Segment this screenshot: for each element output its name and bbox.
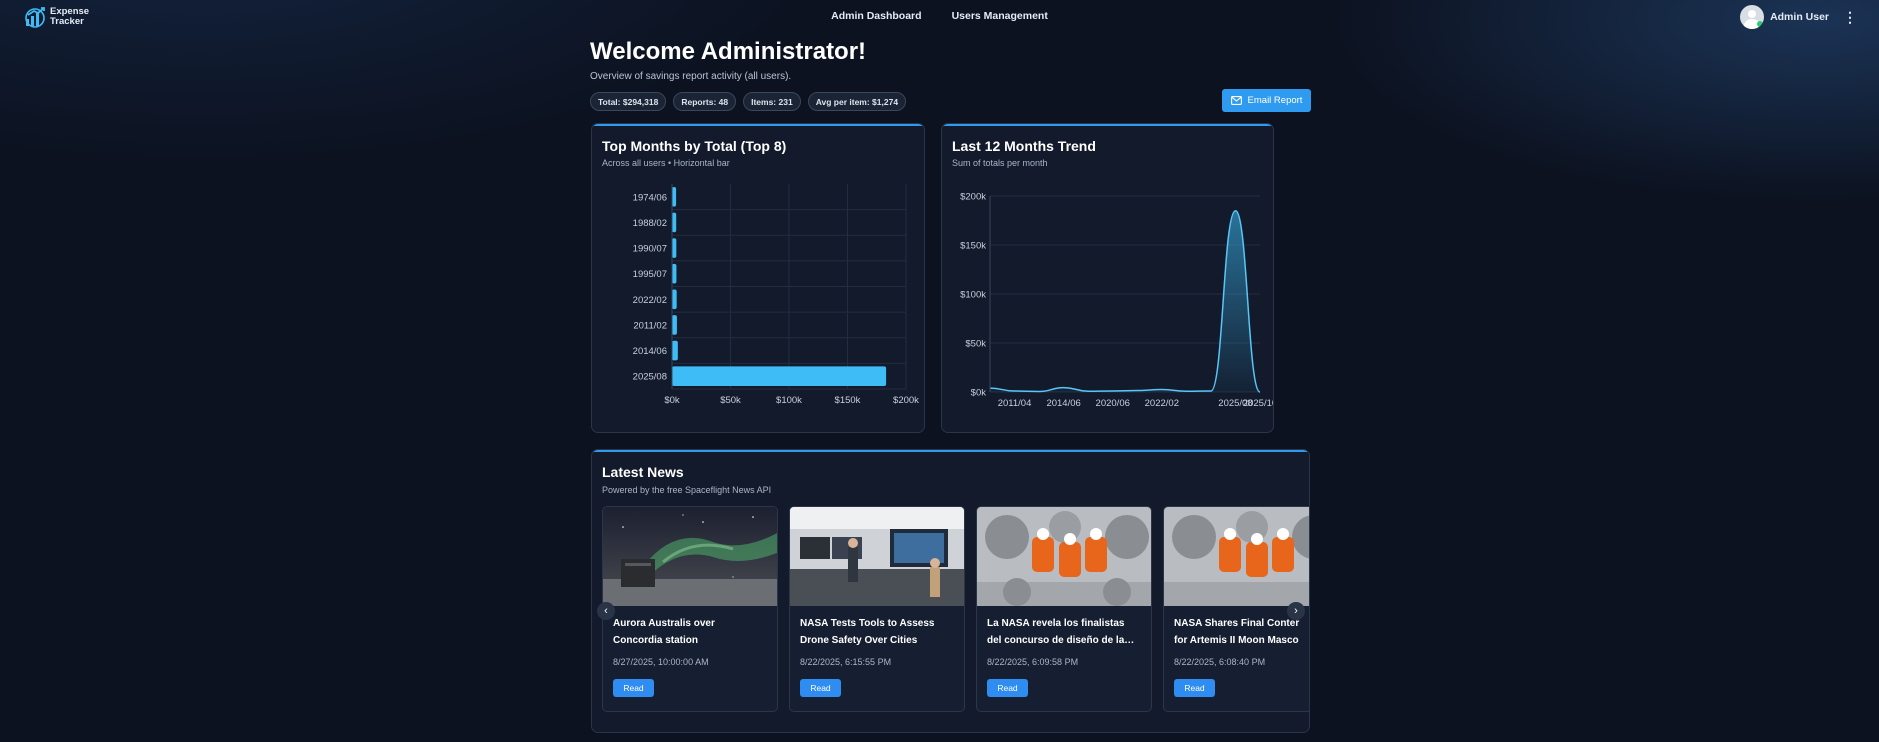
news-item-title[interactable]: NASA Tests Tools to Assess Drone Safety … [800,615,960,649]
trend-area [990,210,1260,392]
nav-users-management[interactable]: Users Management [952,10,1048,22]
x-tick-label: $50k [720,395,741,406]
news-item-title[interactable]: NASA Shares Final Conter for Artemis II … [1174,615,1309,649]
y-tick-label: 2011/02 [633,320,667,331]
news-item-title[interactable]: Aurora Australis over Concordia station [613,615,773,649]
trend-chart: $0k $50k $100k $150k $200k 2011/04 2014/06 2020… [960,192,1274,410]
read-button[interactable]: Read [987,679,1028,697]
news-image-drone-lab [790,507,964,606]
y-tick-label: $50k [965,339,986,350]
x-tick-label: $0k [664,395,680,406]
news-item[interactable]: Aurora Australis over Concordia station … [602,506,778,712]
bar [672,238,677,258]
x-tick-label: $200k [893,395,919,406]
carousel-next-button[interactable]: › [1287,602,1305,620]
top-months-subtitle: Across all users • Horizontal bar [602,158,730,168]
stat-pill-items: Items: 231 [743,92,801,111]
x-tick-label: 2020/06 [1096,398,1130,409]
stats-pills: Total: $294,318 Reports: 48 Items: 231 A… [590,92,907,111]
avatar[interactable] [1740,5,1765,29]
bar [672,212,677,233]
email-report-label: Email Report [1247,95,1303,106]
read-button[interactable]: Read [1174,679,1215,697]
bar [672,289,677,310]
news-item[interactable]: La NASA revela los finalistas del concur… [976,506,1152,712]
news-image-aurora [603,507,777,606]
news-card: Latest News Powered by the free Spacefli… [591,449,1310,733]
nav-admin-dashboard[interactable]: Admin Dashboard [831,10,921,22]
bar [672,315,677,335]
user-name[interactable]: Admin User [1770,11,1829,23]
stat-pill-reports: Reports: 48 [673,92,737,111]
x-tick-label: 2011/04 [998,398,1032,409]
carousel-prev-button[interactable]: ‹ [597,602,615,620]
y-tick-label: $150k [960,241,986,252]
page-title: Welcome Administrator! [590,38,867,65]
news-item[interactable]: NASA Tests Tools to Assess Drone Safety … [789,506,965,712]
y-tick-label: 1995/07 [633,269,667,280]
page-subtitle: Overview of savings report activity (all… [590,71,792,82]
top-months-chart: $0k $50k $100k $150k $200k 1974/06 1988/02 1990… [633,184,919,406]
stat-pill-avg: Avg per item: $1,274 [807,92,907,111]
read-button[interactable]: Read [800,679,841,697]
more-vert-icon[interactable]: ⋮ [1843,10,1857,24]
y-tick-label: 2014/06 [633,346,667,357]
news-item-date: 8/27/2025, 10:00:00 AM [613,657,709,667]
trend-card: Last 12 Months Trend Sum of totals per m… [941,123,1274,433]
mail-icon [1230,96,1242,105]
y-tick-label: 1990/07 [633,244,667,255]
y-tick-label: $200k [960,192,986,203]
news-image-mascot [977,507,1151,606]
user-menu[interactable]: Admin User ⋮ [1740,5,1857,29]
news-item-date: 8/22/2025, 6:08:40 PM [1174,657,1266,667]
email-report-button[interactable]: Email Report [1222,89,1311,112]
news-image-mascot-2 [1164,507,1309,606]
trend-subtitle: Sum of totals per month [952,158,1048,168]
news-carousel: Aurora Australis over Concordia station … [602,450,1309,732]
top-months-card: Top Months by Total (Top 8) Across all u… [591,123,925,433]
bar [672,340,678,361]
news-item-date: 8/22/2025, 6:15:55 PM [800,657,892,667]
top-nav: Admin Dashboard Users Management [0,10,1879,22]
x-tick-label: 2022/02 [1145,398,1179,409]
news-item-title[interactable]: La NASA revela los finalistas del concur… [987,615,1147,649]
online-status-dot [1757,21,1764,27]
bar [672,263,677,284]
trend-title: Last 12 Months Trend [952,138,1096,154]
bar [672,187,677,207]
top-months-title: Top Months by Total (Top 8) [602,138,787,154]
x-tick-label: $150k [835,395,861,406]
x-tick-label: 2025/10 [1243,398,1274,409]
y-tick-label: 2025/08 [633,372,667,383]
y-tick-label: 2022/02 [633,295,667,306]
x-tick-label: 2014/06 [1046,398,1080,409]
news-item-date: 8/22/2025, 6:09:58 PM [987,657,1079,667]
y-tick-label: $100k [960,290,986,301]
y-tick-label: 1974/06 [633,192,667,203]
bar [672,366,887,386]
y-tick-label: $0k [971,388,987,399]
y-tick-label: 1988/02 [633,218,667,229]
read-button[interactable]: Read [613,679,654,697]
stat-pill-total: Total: $294,318 [590,92,667,111]
x-tick-label: $100k [776,395,802,406]
